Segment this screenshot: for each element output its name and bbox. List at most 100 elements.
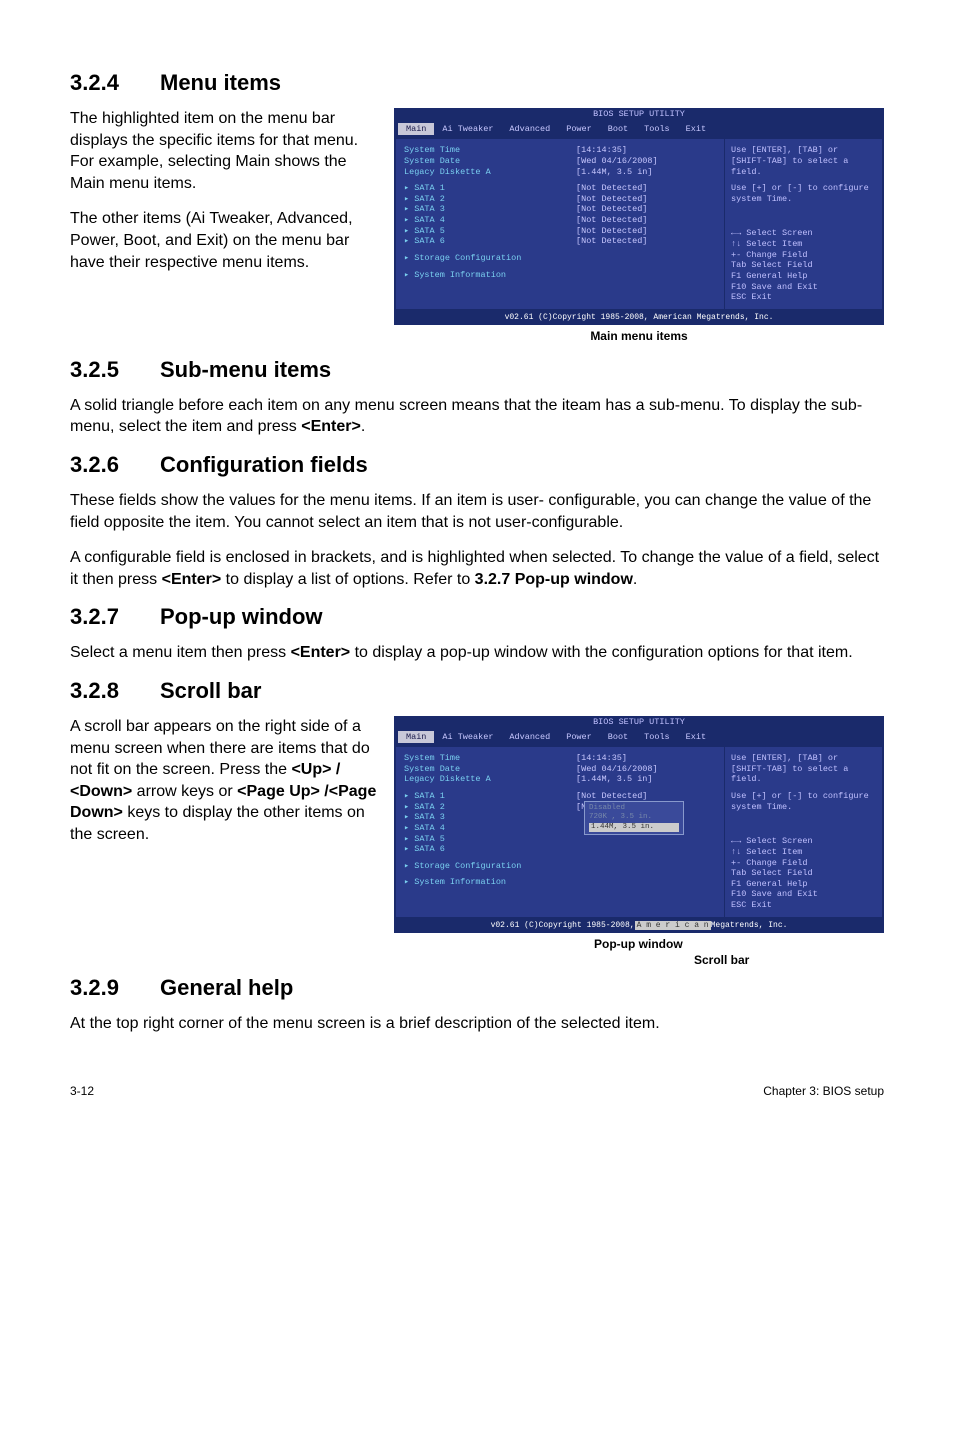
- bios-key: +- Change Field: [731, 250, 876, 261]
- caption-main-menu: Main menu items: [394, 329, 884, 343]
- bios-tab-power: Power: [558, 731, 600, 744]
- bios-sata-lbl: ▸ SATA 4: [404, 823, 576, 834]
- bios-row-lbl: System Date: [404, 764, 576, 775]
- bios-row-val: [14:14:35]: [576, 145, 716, 156]
- bios-sata-val: [Not Detected]: [576, 204, 716, 215]
- bios-row-lbl: System Date: [404, 156, 576, 167]
- bios-tab-adv: Advanced: [501, 731, 558, 744]
- bios-tab-exit: Exit: [678, 123, 714, 136]
- bios-sata-val: [Not Detected]: [576, 194, 716, 205]
- bios-row-val: [Wed 04/16/2008]: [576, 156, 716, 167]
- bios-tabs: Main Ai Tweaker Advanced Power Boot Tool…: [394, 121, 884, 138]
- bios-key: F1 General Help: [731, 271, 876, 282]
- bios-tab-power: Power: [558, 123, 600, 136]
- bios-tab-tools: Tools: [636, 731, 678, 744]
- bios-footer: v02.61 (C)Copyright 1985-2008,A m e r i …: [394, 919, 884, 933]
- para-328-1: A scroll bar appears on the right side o…: [70, 716, 378, 846]
- bios-row-val: [1.44M, 3.5 in]: [576, 167, 716, 178]
- bios-footer: v02.61 (C)Copyright 1985-2008, American …: [394, 311, 884, 325]
- bios-right-pane: Use [ENTER], [TAB] or [SHIFT-TAB] to sel…: [725, 139, 882, 309]
- heading-325: 3.2.5Sub-menu items: [70, 357, 884, 383]
- bios-sata-val: [576, 834, 716, 845]
- heading-329: 3.2.9General help: [70, 975, 884, 1001]
- bios-key: F1 General Help: [731, 879, 876, 890]
- bios-key: +- Change Field: [731, 858, 876, 869]
- bios-tab-main: Main: [398, 731, 434, 744]
- bios-row-val: [14:14:35]: [576, 753, 716, 764]
- heading-326: 3.2.6Configuration fields: [70, 452, 884, 478]
- popup-opt-selected: 1.44M, 3.5 in.: [589, 823, 679, 832]
- bios-sata-lbl: ▸ SATA 2: [404, 194, 576, 205]
- bios-sata-lbl: ▸ SATA 5: [404, 834, 576, 845]
- bios-tab-adv: Advanced: [501, 123, 558, 136]
- bios-tab-main: Main: [398, 123, 434, 136]
- bios-sata-lbl: ▸ SATA 3: [404, 812, 576, 823]
- bios-popup-window: Disabled 720K , 3.5 in. 1.44M, 3.5 in.: [584, 801, 684, 835]
- bios-row-lbl: Legacy Diskette A: [404, 774, 576, 785]
- bios-row-lbl: System Time: [404, 753, 576, 764]
- heading-328: 3.2.8Scroll bar: [70, 678, 884, 704]
- bios-sata-lbl: ▸ SATA 2: [404, 802, 576, 813]
- bios-key: F10 Save and Exit: [731, 282, 876, 293]
- bios-title: BIOS SETUP UTILITY: [394, 108, 884, 121]
- bios-screenshot-2: BIOS SETUP UTILITY Main Ai Tweaker Advan…: [394, 716, 884, 933]
- bios-sata-val: [576, 844, 716, 855]
- bios-submenu: ▸ Storage Configuration: [404, 253, 716, 264]
- para-329-1: At the top right corner of the menu scre…: [70, 1013, 884, 1035]
- bios-title: BIOS SETUP UTILITY: [394, 716, 884, 729]
- bios-help1: Use [ENTER], [TAB] or [SHIFT-TAB] to sel…: [731, 145, 876, 177]
- popup-opt: Disabled: [589, 804, 679, 813]
- para-324-2: The other items (Ai Tweaker, Advanced, P…: [70, 208, 378, 273]
- bios-tab-boot: Boot: [600, 123, 636, 136]
- popup-opt: 720K , 3.5 in.: [589, 813, 679, 822]
- bios-key: F10 Save and Exit: [731, 889, 876, 900]
- bios-submenu: ▸ Storage Configuration: [404, 861, 716, 872]
- bios-submenu: ▸ System Information: [404, 270, 716, 281]
- bios-tab-ai: Ai Tweaker: [434, 731, 501, 744]
- chapter-label: Chapter 3: BIOS setup: [763, 1084, 884, 1098]
- bios-key: Tab Select Field: [731, 868, 876, 879]
- bios-right-pane: Use [ENTER], [TAB] or [SHIFT-TAB] to sel…: [725, 747, 882, 917]
- bios-tab-exit: Exit: [678, 731, 714, 744]
- bios-sata-lbl: ▸ SATA 4: [404, 215, 576, 226]
- caption-popup: Pop-up window: [594, 937, 683, 951]
- para-325-1: A solid triangle before each item on any…: [70, 395, 884, 438]
- bios-sata-val: [Not Detected]: [576, 236, 716, 247]
- bios-key: ←→ Select Screen: [731, 228, 876, 239]
- page-number: 3-12: [70, 1084, 94, 1098]
- bios-key: ESC Exit: [731, 292, 876, 303]
- bios-key: ↑↓ Select Item: [731, 847, 876, 858]
- para-326-2: A configurable field is enclosed in brac…: [70, 547, 884, 590]
- bios-key: ↑↓ Select Item: [731, 239, 876, 250]
- para-326-1: These fields show the values for the men…: [70, 490, 884, 533]
- bios-sata-lbl: ▸ SATA 5: [404, 226, 576, 237]
- bios-sata-val: [Not Detected]: [576, 226, 716, 237]
- bios-left-pane: System Time[14:14:35] System Date[Wed 04…: [396, 139, 725, 309]
- bios-tabs: Main Ai Tweaker Advanced Power Boot Tool…: [394, 729, 884, 746]
- bios-tab-boot: Boot: [600, 731, 636, 744]
- bios-sata-lbl: ▸ SATA 3: [404, 204, 576, 215]
- bios-help1: Use [ENTER], [TAB] or [SHIFT-TAB] to sel…: [731, 753, 876, 785]
- bios-tab-ai: Ai Tweaker: [434, 123, 501, 136]
- bios-row-lbl: Legacy Diskette A: [404, 167, 576, 178]
- bios-sata-val: [Not Detected]: [576, 183, 716, 194]
- para-324-1: The highlighted item on the menu bar dis…: [70, 108, 378, 194]
- heading-324: 3.2.4Menu items: [70, 70, 884, 96]
- bios-sata-lbl: ▸ SATA 6: [404, 844, 576, 855]
- caption-scrollbar: Scroll bar: [694, 953, 749, 967]
- bios-tab-tools: Tools: [636, 123, 678, 136]
- bios-row-lbl: System Time: [404, 145, 576, 156]
- bios-key: ←→ Select Screen: [731, 836, 876, 847]
- bios-key: Tab Select Field: [731, 260, 876, 271]
- bios-sata-val: [Not Detected]: [576, 215, 716, 226]
- bios-help2: Use [+] or [-] to configure system Time.: [731, 183, 876, 204]
- bios-help2: Use [+] or [-] to configure system Time.: [731, 791, 876, 812]
- bios-row-val: [Wed 04/16/2008]: [576, 764, 716, 775]
- bios-row-val: [1.44M, 3.5 in]: [576, 774, 716, 785]
- heading-327: 3.2.7Pop-up window: [70, 604, 884, 630]
- bios-sata-lbl: ▸ SATA 6: [404, 236, 576, 247]
- bios-key: ESC Exit: [731, 900, 876, 911]
- page-footer: 3-12 Chapter 3: BIOS setup: [70, 1084, 884, 1098]
- bios-sata-lbl: ▸ SATA 1: [404, 791, 576, 802]
- bios-sata-lbl: ▸ SATA 1: [404, 183, 576, 194]
